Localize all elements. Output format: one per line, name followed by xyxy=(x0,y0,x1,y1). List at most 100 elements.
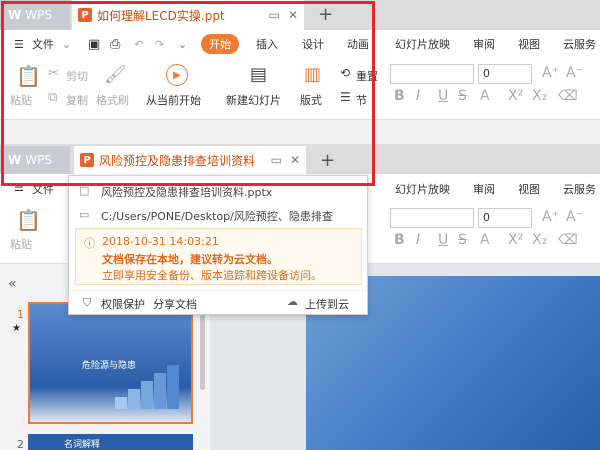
new-tab-button-2[interactable]: + xyxy=(320,150,335,171)
font-color-button[interactable]: A xyxy=(480,88,490,104)
tab-review[interactable]: 审阅 xyxy=(473,36,495,52)
paste-icon[interactable]: 📋 xyxy=(16,64,41,88)
cut-icon[interactable]: ✂ xyxy=(48,66,59,81)
file-menu[interactable]: 文件 xyxy=(32,36,54,52)
share-document-button[interactable]: 分享文档 xyxy=(153,296,197,312)
tab-home[interactable]: 开始 xyxy=(201,34,239,54)
cloud-suggestion-text: 文档保存在本地，建议转为云文档。 xyxy=(102,253,278,266)
paste-icon[interactable]: 📋 xyxy=(16,208,41,232)
play-icon[interactable]: ▶ xyxy=(166,64,188,86)
file-menu-2[interactable]: 文件 xyxy=(32,181,54,197)
section-icon[interactable]: ☰ xyxy=(340,90,351,104)
cloud-benefits-link[interactable]: 立即享用安全备份、版本追踪和跨设备访问。 xyxy=(102,267,322,283)
font-family-select[interactable] xyxy=(390,64,474,84)
italic-icon[interactable]: I xyxy=(416,232,420,248)
file-icon: □ xyxy=(79,184,90,197)
tab-insert[interactable]: 插入 xyxy=(256,36,278,52)
italic-button[interactable]: I xyxy=(416,88,420,104)
format-painter-icon[interactable]: 🖌 xyxy=(104,64,127,85)
reset-icon[interactable]: ⟲ xyxy=(340,66,350,80)
hamburger-menu-icon[interactable]: ☰ xyxy=(14,181,24,194)
ppt-file-icon: P xyxy=(78,8,92,22)
collapse-pane-button[interactable]: « xyxy=(8,276,17,292)
subscript-button[interactable]: X₂ xyxy=(532,88,547,104)
print-icon[interactable]: ⎙ xyxy=(110,37,120,52)
tab-view-2[interactable]: 视图 xyxy=(518,181,540,197)
underline-button[interactable]: U xyxy=(438,88,448,104)
redo-icon[interactable]: ↷ xyxy=(155,38,164,51)
new-slide-button[interactable]: 新建幻灯片 xyxy=(226,92,281,108)
close-tab-icon[interactable]: ✕ xyxy=(290,153,300,167)
slide-thumbnail-2[interactable]: 名词解释 xyxy=(28,434,193,450)
tab-slideshow[interactable]: 幻灯片放映 xyxy=(395,36,450,52)
bold-button[interactable]: B xyxy=(394,88,405,104)
new-tab-button[interactable]: + xyxy=(318,4,333,25)
paste-button-2[interactable]: 粘贴 xyxy=(10,236,32,252)
stairs-graphic-icon xyxy=(115,365,179,409)
decrease-font-icon[interactable]: A⁻ xyxy=(566,65,583,81)
wps-home-tab-2[interactable]: W WPS xyxy=(0,146,70,174)
slide-thumbnail-1[interactable]: 危险源与隐患 xyxy=(28,302,193,424)
new-slide-icon[interactable]: ▤ xyxy=(250,64,267,85)
bold-icon[interactable]: B xyxy=(394,232,405,248)
computer-icon: ▭ xyxy=(79,208,90,221)
save-icon[interactable]: ▣ xyxy=(88,37,100,52)
window1-ribbon: 📋 粘贴 ✂ 剪切 ⧉ 复制 🖌 格式刷 ▶ 从当前开始 ▤ 新建幻灯片 ▥ 版… xyxy=(0,58,600,120)
layout-button[interactable]: 版式 xyxy=(300,92,322,108)
document-info-popup: □ 风险预控及隐患排查培训资料.pptx ▭ C:/Users/PONE/Des… xyxy=(68,175,368,315)
quick-access-more-icon[interactable]: ⌄ xyxy=(178,38,187,51)
increase-font-icon[interactable]: A⁺ xyxy=(542,65,559,81)
superscript-button[interactable]: X² xyxy=(508,88,523,104)
font-color-icon[interactable]: A xyxy=(480,232,490,248)
wps-logo-icon: W xyxy=(8,8,22,22)
strikethrough-button[interactable]: S xyxy=(458,88,467,104)
tab-cloud[interactable]: 云服务 xyxy=(563,36,596,52)
clear-format-icon[interactable]: ⌫ xyxy=(558,232,578,248)
tab-review-2[interactable]: 审阅 xyxy=(473,181,495,197)
superscript-icon[interactable]: X² xyxy=(508,232,523,248)
slide-1-number: 1 xyxy=(17,308,24,321)
clear-format-icon[interactable]: ⌫ xyxy=(558,88,578,104)
permission-protect-button[interactable]: 权限保护 xyxy=(101,296,145,312)
paste-button[interactable]: 粘贴 xyxy=(10,92,32,108)
shield-icon: ⛉ xyxy=(83,296,92,309)
font-size-select[interactable]: 0 xyxy=(478,64,532,84)
strikethrough-icon[interactable]: S xyxy=(458,232,467,248)
pin-window-icon[interactable]: ▭ xyxy=(271,153,282,167)
tab-design[interactable]: 设计 xyxy=(302,36,324,52)
layout-icon[interactable]: ▥ xyxy=(304,64,321,85)
popup-filename: 风险预控及隐患排查培训资料.pptx xyxy=(101,186,273,199)
format-painter-button[interactable]: 格式刷 xyxy=(96,92,129,108)
wps-tab-label: WPS xyxy=(25,8,52,22)
document-tab-active-2[interactable]: P 风险预控及隐患排查培训资料 ▭ ✕ xyxy=(74,146,306,174)
close-tab-icon[interactable]: ✕ xyxy=(288,8,298,22)
font-family-select-2[interactable] xyxy=(390,208,474,228)
tab-view[interactable]: 视图 xyxy=(518,36,540,52)
popup-file-path[interactable]: C:/Users/PONE/Desktop/风险预控、隐患排查 xyxy=(101,208,333,224)
copy-button[interactable]: 复制 xyxy=(66,92,88,108)
tab-animation[interactable]: 动画 xyxy=(347,36,369,52)
undo-icon[interactable]: ↶ xyxy=(134,38,143,51)
ppt-file-icon: P xyxy=(80,153,94,167)
document-tab-active[interactable]: P 如何理解LECD实操.ppt ▭ ✕ xyxy=(72,0,304,30)
reset-button[interactable]: 重置 xyxy=(356,68,378,84)
tab-cloud-2[interactable]: 云服务 xyxy=(563,181,596,197)
upload-to-cloud-button[interactable]: 上传到云 xyxy=(305,296,349,312)
wps-home-tab[interactable]: W WPS xyxy=(0,0,70,30)
window1-menu-bar: ☰ 文件 ⌄ ▣ ⎙ ↶ ↷ ⌄ 开始 插入 设计 动画 幻灯片放映 审阅 视图… xyxy=(0,30,600,58)
chevron-down-icon[interactable]: ⌄ xyxy=(62,38,71,51)
hamburger-menu-icon[interactable]: ☰ xyxy=(14,38,24,51)
section-button[interactable]: 节 xyxy=(356,92,367,108)
info-icon: ⓘ xyxy=(84,237,95,250)
cut-button[interactable]: 剪切 xyxy=(66,68,88,84)
slide-2-title: 名词解释 xyxy=(64,440,101,450)
play-from-current-button[interactable]: 从当前开始 xyxy=(146,92,201,108)
tab-slideshow-2[interactable]: 幻灯片放映 xyxy=(395,181,450,197)
font-size-select-2[interactable]: 0 xyxy=(478,208,532,228)
subscript-icon[interactable]: X₂ xyxy=(532,232,547,248)
decrease-font-icon[interactable]: A⁻ xyxy=(566,209,583,225)
increase-font-icon[interactable]: A⁺ xyxy=(542,209,559,225)
pin-window-icon[interactable]: ▭ xyxy=(269,8,280,22)
copy-icon[interactable]: ⧉ xyxy=(48,90,57,105)
underline-icon[interactable]: U xyxy=(438,232,448,248)
